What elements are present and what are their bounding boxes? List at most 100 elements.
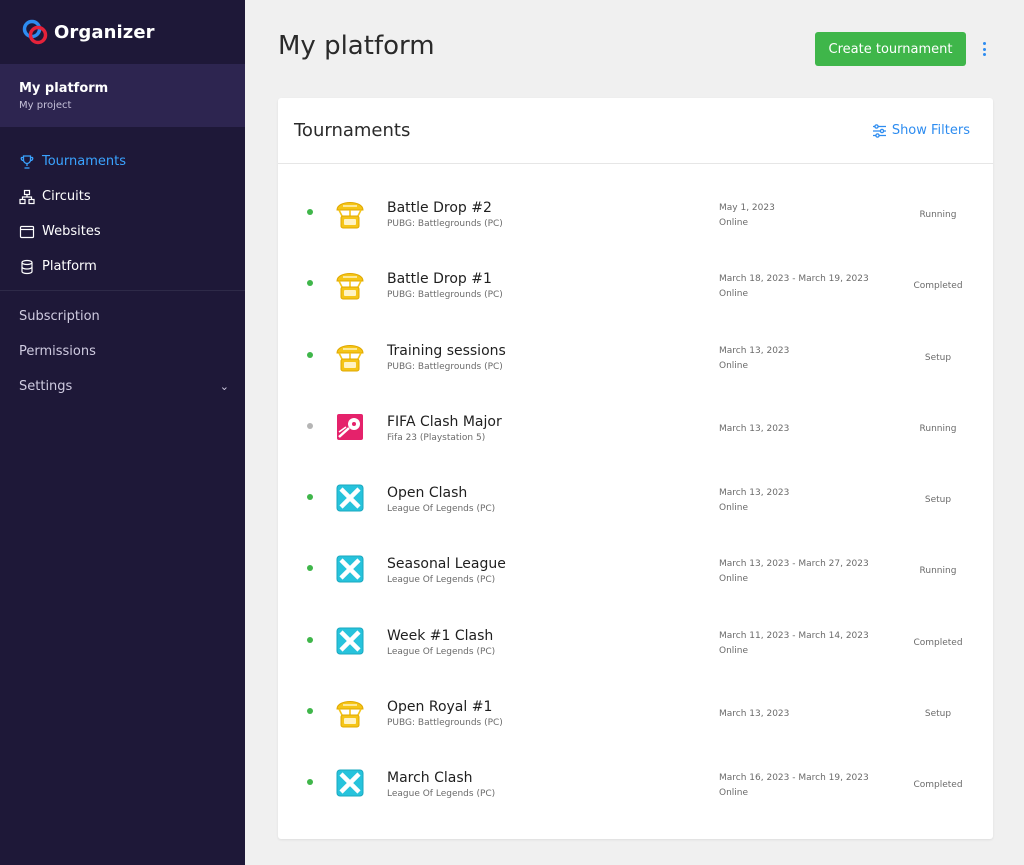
tournament-row[interactable]: Training sessions PUBG: Battlegrounds (PC… — [278, 322, 993, 393]
tournament-row[interactable]: Seasonal League League Of Legends (PC) Mar… — [278, 535, 993, 606]
lol-icon — [334, 481, 366, 515]
tournament-game: League Of Legends (PC) — [387, 789, 496, 800]
tournament-row[interactable]: FIFA Clash Major Fifa 23 (Playstation 5) M… — [278, 393, 993, 464]
app-name: Organizer — [54, 21, 155, 43]
status-dot — [307, 565, 313, 572]
tournament-date: March 13, 2023 — [719, 345, 790, 356]
tournament-list: Battle Drop #2 PUBG: Battlegrounds (PC) Ma… — [278, 179, 993, 821]
nav-label: Settings — [19, 379, 73, 394]
main-nav: Tournaments Circuits Websites Platform S… — [0, 127, 245, 404]
status-dot — [307, 494, 313, 501]
lol-icon — [334, 552, 366, 586]
tournament-date: March 13, 2023 — [719, 709, 790, 720]
nav-item-settings[interactable]: Settings ⌄ — [0, 369, 245, 404]
chevron-down-icon: ⌄ — [219, 380, 229, 393]
nav-label: Tournaments — [42, 154, 127, 169]
tournament-date: March 11, 2023 - March 14, 2023 — [719, 630, 869, 641]
lol-icon — [334, 624, 366, 658]
tournament-location: Online — [719, 218, 749, 228]
nav-label: Circuits — [42, 189, 91, 204]
pubg-icon — [334, 196, 366, 230]
tournament-status: Setup — [924, 495, 952, 506]
trophy-icon — [19, 154, 35, 170]
sidebar: Organizer My platform My project Tournam… — [0, 0, 245, 865]
card-header: Tournaments Show Filters — [278, 98, 993, 164]
create-tournament-button[interactable]: Create tournament — [815, 32, 966, 66]
tournament-date: March 16, 2023 - March 19, 2023 — [719, 773, 869, 784]
tournament-row[interactable]: Open Royal #1 PUBG: Battlegrounds (PC) Mar… — [278, 678, 993, 749]
status-dot — [307, 280, 313, 287]
status-dot — [307, 209, 313, 215]
tournament-location: Online — [719, 645, 749, 656]
tournament-game: League Of Legends (PC) — [387, 575, 496, 586]
tournament-status: Completed — [913, 780, 963, 791]
pubg-icon — [334, 695, 366, 729]
tournament-name: Training sessions — [387, 342, 506, 359]
tournament-status: Running — [919, 210, 957, 220]
tournament-row[interactable]: Battle Drop #2 PUBG: Battlegrounds (PC) Ma… — [278, 179, 993, 250]
nav-item-circuits[interactable]: Circuits — [0, 179, 245, 214]
tournament-row[interactable]: Week #1 Clash League Of Legends (PC) March… — [278, 607, 993, 678]
show-filters-label: Show Filters — [891, 123, 970, 138]
tournament-date: May 1, 2023 — [719, 203, 775, 213]
tournament-location: Online — [719, 788, 749, 799]
tournament-status: Completed — [913, 281, 963, 292]
tournament-game: League Of Legends (PC) — [387, 504, 496, 515]
tournament-name: Open Royal #1 — [387, 699, 493, 716]
tournament-row[interactable]: March Clash League Of Legends (PC) March 1… — [278, 749, 993, 820]
status-dot — [307, 422, 313, 429]
fifa-icon — [334, 410, 366, 444]
nav-item-permissions[interactable]: Permissions — [0, 334, 245, 369]
tournament-game: PUBG: Battlegrounds (PC) — [387, 718, 503, 729]
page-title: My platform — [278, 31, 435, 61]
nav-item-tournaments[interactable]: Tournaments — [0, 144, 245, 179]
pubg-icon — [334, 339, 366, 373]
project-subtitle: My project — [19, 100, 72, 111]
tournament-date: March 13, 2023 — [719, 423, 790, 434]
nav-item-platform[interactable]: Platform — [0, 249, 245, 284]
status-dot — [307, 779, 313, 786]
tournaments-card: Tournaments Show Filters Battle Drop #2 P… — [278, 98, 993, 839]
status-dot — [307, 708, 313, 715]
nav-label: Subscription — [19, 309, 100, 324]
tournament-location: Online — [719, 503, 749, 514]
tournament-status: Completed — [913, 637, 963, 648]
tournament-game: PUBG: Battlegrounds (PC) — [387, 361, 503, 372]
tournament-location: Online — [719, 360, 749, 371]
sliders-icon — [872, 123, 887, 138]
tournament-date: March 13, 2023 - March 27, 2023 — [719, 559, 869, 570]
tournament-game: League Of Legends (PC) — [387, 646, 496, 657]
organizer-logo-icon — [22, 19, 48, 45]
tournament-name: Battle Drop #1 — [387, 271, 492, 288]
project-name: My platform — [19, 81, 109, 96]
nav-label: Permissions — [19, 344, 96, 359]
tournament-game: PUBG: Battlegrounds (PC) — [387, 219, 503, 229]
nav-item-websites[interactable]: Websites — [0, 214, 245, 249]
tournament-location: Online — [719, 574, 749, 585]
tournament-date: March 18, 2023 - March 19, 2023 — [719, 274, 869, 285]
tournament-name: March Clash — [387, 770, 473, 787]
circuit-icon — [19, 189, 35, 205]
tournament-location: Online — [719, 289, 749, 300]
browser-window-icon — [19, 224, 35, 240]
tournament-name: FIFA Clash Major — [387, 413, 502, 430]
tournament-date: March 13, 2023 — [719, 488, 790, 499]
tournament-game: Fifa 23 (Playstation 5) — [387, 432, 486, 443]
pubg-icon — [334, 267, 366, 301]
project-switcher[interactable]: My platform My project — [0, 64, 245, 127]
card-title: Tournaments — [294, 120, 411, 141]
more-options-icon[interactable] — [976, 40, 992, 58]
show-filters-button[interactable]: Show Filters — [872, 123, 970, 138]
nav-label: Platform — [42, 259, 97, 274]
tournament-status: Setup — [924, 709, 952, 720]
database-icon — [19, 259, 35, 275]
nav-item-subscription[interactable]: Subscription — [0, 299, 245, 334]
tournament-name: Week #1 Clash — [387, 627, 494, 644]
tournament-row[interactable]: Battle Drop #1 PUBG: Battlegrounds (PC) Ma… — [278, 250, 993, 321]
nav-label: Websites — [42, 224, 101, 239]
brand[interactable]: Organizer — [0, 0, 245, 64]
tournament-name: Battle Drop #2 — [387, 200, 492, 216]
tournament-status: Running — [919, 423, 957, 434]
tournament-row[interactable]: Open Clash League Of Legends (PC) March 13… — [278, 464, 993, 535]
lol-icon — [334, 766, 366, 800]
